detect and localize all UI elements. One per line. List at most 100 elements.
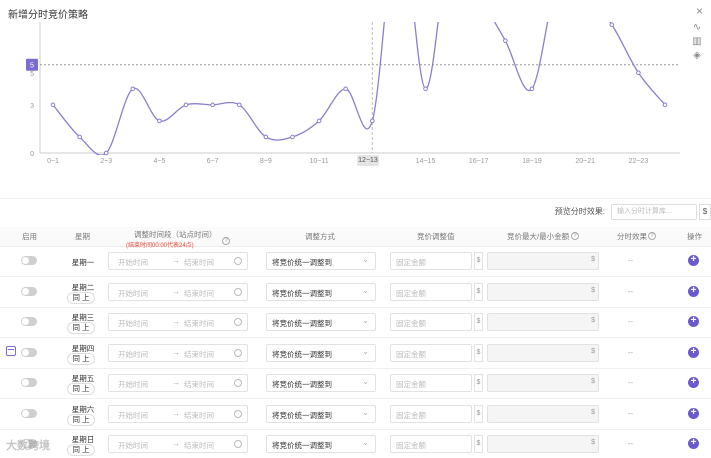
layers-icon[interactable]: ◈ xyxy=(691,50,703,61)
adjust-method-value: 将竞价统一调整到 xyxy=(272,441,332,450)
line-chart-icon[interactable]: ∿ xyxy=(691,22,703,33)
table-header: 启用 星期 调整时间段（站点时间） ? (结束时间00:00代表24点) 调整方… xyxy=(0,227,711,249)
adjust-method-select[interactable]: 将竞价统一调整到 ⌄ xyxy=(266,282,376,301)
time-range-picker[interactable]: 开始时间 → 结束时间 xyxy=(108,282,248,301)
bid-line-chart: 0 3 55 0~1 2~3 4~5 6~7 8~9 10~11 14~15 16~17 18~19 2… xyxy=(26,22,680,165)
amount-input[interactable]: 固定金额 xyxy=(390,435,472,453)
data-point xyxy=(103,150,109,156)
header-method: 调整方式 xyxy=(305,232,335,241)
time-effect-value: -- xyxy=(628,347,633,357)
adjust-method-select[interactable]: 将竞价统一调整到 ⌄ xyxy=(266,435,376,453)
time-range-picker[interactable]: 开始时间 → 结束时间 xyxy=(108,435,248,453)
same-as-above-button[interactable]: 同 上 xyxy=(67,383,95,395)
end-time-field[interactable]: 结束时间 xyxy=(184,257,214,268)
header-value: 竞价调整值 xyxy=(417,232,455,241)
amount-input[interactable]: 固定金额 xyxy=(390,313,472,331)
enable-toggle[interactable] xyxy=(21,378,37,387)
weekday-label: 星期二 xyxy=(71,282,95,292)
amount-input[interactable]: 固定金额 xyxy=(390,252,472,270)
end-time-field[interactable]: 结束时间 xyxy=(184,288,214,299)
amount-input[interactable]: 固定金额 xyxy=(390,282,472,301)
start-time-field[interactable]: 开始时间 xyxy=(118,349,148,360)
amount-input[interactable]: 固定金额 xyxy=(390,343,472,362)
enable-toggle[interactable] xyxy=(21,347,37,357)
maxmin-input[interactable]: $ xyxy=(487,374,599,392)
time-range-picker[interactable]: 开始时间 → 结束时间 xyxy=(108,252,248,270)
end-time-field[interactable]: 结束时间 xyxy=(184,379,214,390)
maxmin-input[interactable]: $ xyxy=(487,282,599,301)
adjust-method-select[interactable]: 将竞价统一调整到 ⌄ xyxy=(266,252,376,270)
help-icon[interactable]: ? xyxy=(222,237,230,245)
time-range-picker[interactable]: 开始时间 → 结束时间 xyxy=(108,343,248,362)
enable-toggle[interactable] xyxy=(21,408,37,418)
same-as-above-button[interactable]: 同 上 xyxy=(67,352,95,365)
weekday-label: 星期六 xyxy=(71,404,95,414)
add-icon[interactable]: + xyxy=(688,407,699,419)
bar-chart-icon[interactable]: ▥ xyxy=(691,36,703,47)
end-time-field[interactable]: 结束时间 xyxy=(184,318,214,329)
adjust-method-select[interactable]: 将竞价统一调整到 ⌄ xyxy=(266,374,376,392)
start-time-field[interactable]: 开始时间 xyxy=(118,318,148,329)
add-icon[interactable]: + xyxy=(688,285,699,297)
weekday-label: 星期四 xyxy=(71,343,95,353)
x-tick-label: 10~11 xyxy=(310,158,329,165)
end-time-field[interactable]: 结束时间 xyxy=(184,410,214,421)
close-icon[interactable]: × xyxy=(696,4,703,18)
arrow-right-icon: → xyxy=(172,286,180,296)
amount-input[interactable]: 固定金额 xyxy=(390,374,472,392)
adjust-method-select[interactable]: 将竞价统一调整到 ⌄ xyxy=(266,343,376,362)
maxmin-input[interactable]: $ xyxy=(487,313,599,331)
start-time-field[interactable]: 开始时间 xyxy=(118,410,148,421)
end-time-field[interactable]: 结束时间 xyxy=(184,349,214,360)
add-icon[interactable]: + xyxy=(688,316,699,327)
end-time-field[interactable]: 结束时间 xyxy=(184,440,214,451)
data-point xyxy=(503,38,508,43)
bid-chart: 0 3 5 5 0~1 2~3 4~5 6~7 8~9 10~11 14~15 16~17 18~19 2… xyxy=(0,22,711,192)
maxmin-input[interactable]: $ xyxy=(487,404,599,423)
same-as-above-button[interactable]: 同 上 xyxy=(67,444,95,456)
enable-toggle[interactable] xyxy=(21,286,37,296)
start-time-field[interactable]: 开始时间 xyxy=(118,288,148,299)
add-icon[interactable]: + xyxy=(688,438,699,449)
data-point xyxy=(370,118,375,124)
table-row: 星期四 同 上 开始时间 → 结束时间 将竞价统一调整到 ⌄ 固定金额 $ $ … xyxy=(0,339,711,369)
add-icon[interactable]: + xyxy=(688,346,699,358)
effect-input[interactable]: 输入分时计算库... xyxy=(611,203,697,220)
start-time-field[interactable]: 开始时间 xyxy=(118,257,148,268)
effect-button[interactable]: $ xyxy=(699,203,711,220)
header-timeeffect: 分时效果 xyxy=(617,232,647,241)
adjust-method-select[interactable]: 将竞价统一调整到 ⌄ xyxy=(266,404,376,423)
currency-label: $ xyxy=(591,347,595,355)
time-range-picker[interactable]: 开始时间 → 结束时间 xyxy=(108,374,248,392)
adjust-method-value: 将竞价统一调整到 xyxy=(272,288,332,298)
add-icon[interactable]: + xyxy=(688,377,699,388)
time-range-picker[interactable]: 开始时间 → 结束时间 xyxy=(108,404,248,423)
data-point xyxy=(316,118,322,124)
table-row: 星期三 同 上 开始时间 → 结束时间 将竞价统一调整到 ⌄ 固定金额 $ $ … xyxy=(0,308,711,338)
maxmin-input[interactable]: $ xyxy=(487,435,599,453)
same-as-above-button[interactable]: 同 上 xyxy=(67,413,95,426)
time-effect-value: -- xyxy=(628,256,633,265)
amount-input[interactable]: 固定金额 xyxy=(390,404,472,423)
arrow-right-icon: → xyxy=(172,317,180,326)
help-icon[interactable]: ? xyxy=(648,232,656,240)
same-as-above-button[interactable]: 同 上 xyxy=(67,322,95,334)
start-time-field[interactable]: 开始时间 xyxy=(118,379,148,390)
calendar-icon[interactable] xyxy=(6,345,16,356)
amount-placeholder: 固定金额 xyxy=(396,349,426,359)
enable-toggle[interactable] xyxy=(21,256,37,265)
help-icon[interactable]: ? xyxy=(571,232,579,240)
adjust-method-select[interactable]: 将竞价统一调整到 ⌄ xyxy=(266,313,376,331)
series-line xyxy=(52,22,666,155)
same-as-above-button[interactable]: 同 上 xyxy=(67,291,95,304)
start-time-field[interactable]: 开始时间 xyxy=(118,440,148,451)
time-effect-value: -- xyxy=(628,286,633,296)
maxmin-input[interactable]: $ xyxy=(487,343,599,362)
currency-label: $ xyxy=(474,282,483,301)
data-point xyxy=(183,102,189,108)
add-icon[interactable]: + xyxy=(688,255,699,266)
enable-toggle[interactable] xyxy=(21,317,37,326)
maxmin-input[interactable]: $ xyxy=(487,252,599,270)
currency-label: $ xyxy=(474,374,483,392)
time-range-picker[interactable]: 开始时间 → 结束时间 xyxy=(108,313,248,331)
